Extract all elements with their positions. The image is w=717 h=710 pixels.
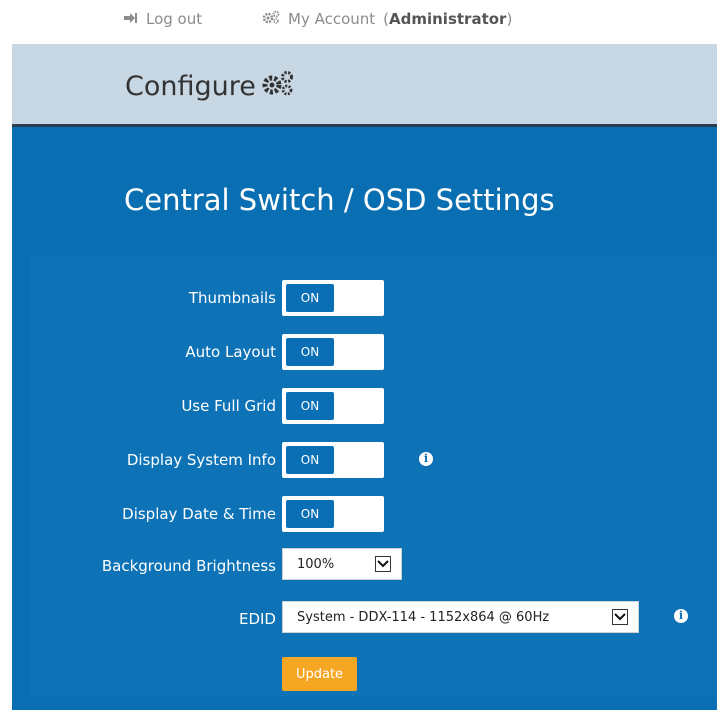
toggle-on-label: ON (286, 500, 334, 528)
logout-link[interactable]: Log out (124, 10, 202, 28)
edid-select[interactable]: System - DDX-114 - 1152x864 @ 60Hz (282, 601, 639, 633)
setting-row-auto-layout: Auto Layout ON (31, 334, 717, 370)
thumbnails-toggle[interactable]: ON (282, 280, 384, 316)
info-icon[interactable]: i (674, 609, 688, 623)
setting-row-system-info: Display System Info ON i (31, 442, 717, 478)
logout-label: Log out (146, 10, 203, 28)
role-text: Administrator (389, 10, 507, 28)
page-title-text: Configure (125, 71, 256, 102)
top-bar: Log out My Account (Administrator) (0, 0, 717, 44)
chevron-down-icon (375, 556, 391, 572)
cogs-icon (260, 70, 296, 103)
page-title: Configure (125, 70, 296, 103)
setting-row-brightness: Background Brightness 100% (31, 548, 717, 584)
logout-icon (124, 10, 138, 28)
toggle-on-label: ON (286, 392, 334, 420)
setting-row-edid: EDID System - DDX-114 - 1152x864 @ 60Hz … (31, 601, 717, 637)
select-value: System - DDX-114 - 1152x864 @ 60Hz (297, 610, 550, 625)
setting-label: Auto Layout (185, 343, 276, 361)
setting-row-thumbnails: Thumbnails ON (31, 280, 717, 316)
use-full-grid-toggle[interactable]: ON (282, 388, 384, 424)
setting-row-full-grid: Use Full Grid ON (31, 388, 717, 424)
setting-row-date-time: Display Date & Time ON (31, 496, 717, 532)
toggle-on-label: ON (286, 284, 334, 312)
page-header: Configure (12, 44, 717, 124)
panel-title: Central Switch / OSD Settings (124, 183, 555, 217)
chevron-down-icon (612, 609, 628, 625)
setting-label: Display System Info (126, 451, 276, 469)
setting-label: Thumbnails (188, 289, 276, 307)
my-account-link[interactable]: My Account (Administrator) (262, 10, 512, 28)
account-role: (Administrator) (383, 10, 513, 28)
select-value: 100% (297, 557, 335, 572)
auto-layout-toggle[interactable]: ON (282, 334, 384, 370)
toggle-on-label: ON (286, 446, 334, 474)
setting-label: EDID (238, 610, 276, 628)
brightness-select[interactable]: 100% (282, 548, 402, 580)
my-account-label: My Account (288, 10, 376, 28)
toggle-on-label: ON (286, 338, 334, 366)
display-date-time-toggle[interactable]: ON (282, 496, 384, 532)
setting-label: Background Brightness (101, 557, 276, 575)
setting-label: Display Date & Time (122, 505, 276, 523)
cogs-icon (262, 10, 280, 28)
settings-form: Thumbnails ON Auto Layout ON Use Full Gr… (31, 256, 717, 696)
setting-label: Use Full Grid (181, 397, 276, 415)
display-system-info-toggle[interactable]: ON (282, 442, 384, 478)
update-button[interactable]: Update (282, 657, 357, 691)
info-icon[interactable]: i (419, 452, 433, 466)
